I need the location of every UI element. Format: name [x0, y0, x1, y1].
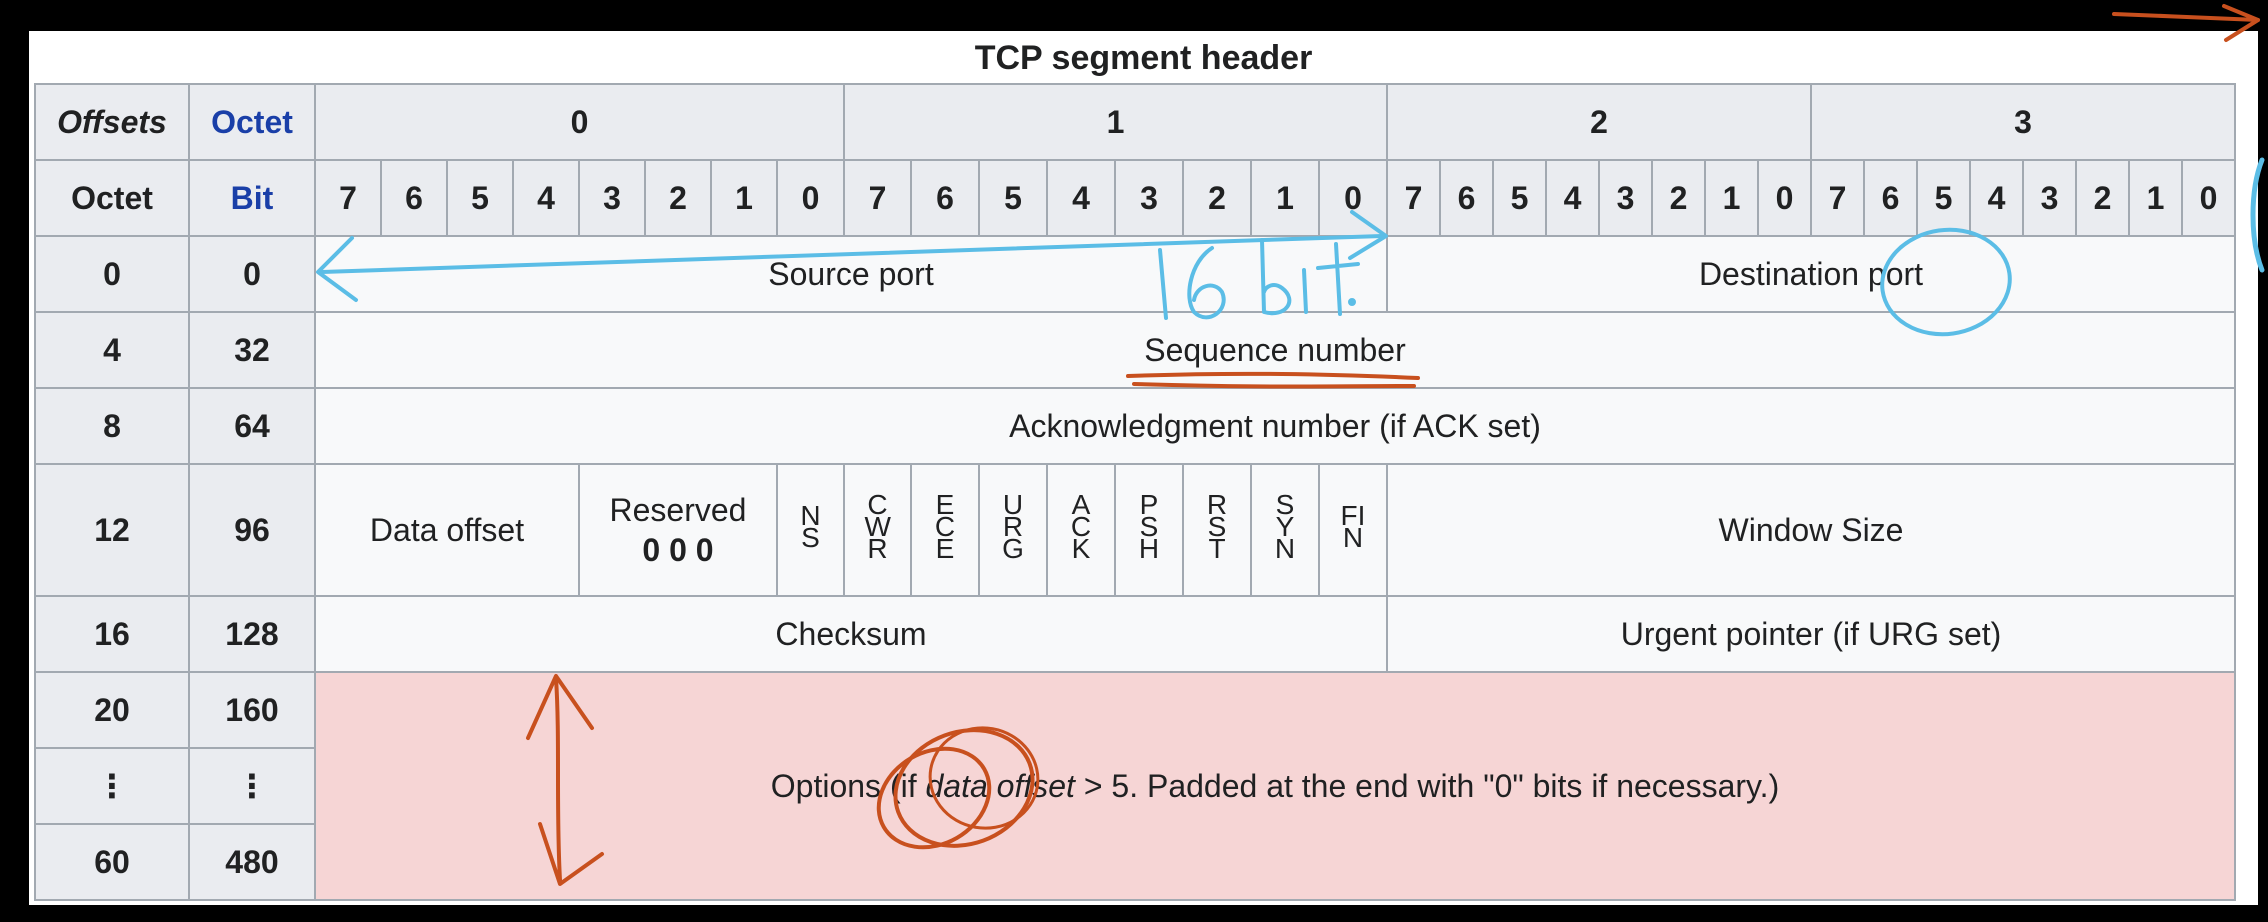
flag-ack: ACK [1046, 463, 1116, 597]
bit-label: 3 [2022, 159, 2077, 237]
window-size-field: Window Size [1386, 463, 2236, 597]
flag-ece: ECE [910, 463, 980, 597]
bit-label: 6 [380, 159, 448, 237]
flag-rst: RST [1182, 463, 1252, 597]
bit-label: 4 [1545, 159, 1600, 237]
reserved-bits: 0 0 0 [642, 532, 714, 568]
destination-port-field: Destination port [1386, 235, 2236, 313]
source-port-field: Source port [314, 235, 1388, 313]
reserved-field: Reserved 0 0 0 [578, 463, 778, 597]
bit-label: 5 [1492, 159, 1547, 237]
row-bit-offset: 480 [188, 823, 316, 901]
bit-label: 1 [1704, 159, 1759, 237]
flag-urg: URG [978, 463, 1048, 597]
flag-label: RST [1206, 489, 1228, 564]
bit-label: 1 [1250, 159, 1320, 237]
table-frame: TCP segment header Offsets Octet 0 1 2 3… [29, 31, 2258, 905]
flag-fin: FIN [1318, 463, 1388, 597]
flag-label: PSH [1138, 489, 1160, 564]
row-bit-offset: 32 [188, 311, 316, 389]
bit-label: 2 [1651, 159, 1706, 237]
octet-group-2: 2 [1386, 83, 1812, 161]
bit-label: 4 [1046, 159, 1116, 237]
bit-label: 7 [1810, 159, 1865, 237]
row-octet-offset: 8 [34, 387, 190, 465]
urgent-pointer-field: Urgent pointer (if URG set) [1386, 595, 2236, 673]
data-offset-field: Data offset [314, 463, 580, 597]
top-right-arrow [2112, 12, 2260, 22]
flag-psh: PSH [1114, 463, 1184, 597]
sequence-number-field: Sequence number [314, 311, 2236, 389]
bit-label: 2 [644, 159, 712, 237]
row-bit-offset: 64 [188, 387, 316, 465]
flag-label: NS [800, 500, 821, 553]
bit-label: 2 [2075, 159, 2130, 237]
bit-label: 6 [910, 159, 980, 237]
octet-group-0: 0 [314, 83, 845, 161]
flag-cwr: CWR [843, 463, 912, 597]
tcp-header-table: Offsets Octet 0 1 2 3 Octet Bit 7 6 5 4 … [34, 83, 2236, 901]
options-field: Options (if data offset > 5. Padded at t… [314, 671, 2236, 901]
flag-ns: NS [776, 463, 845, 597]
row-bit-offset: 0 [188, 235, 316, 313]
flag-syn: SYN [1250, 463, 1320, 597]
row-octet-offset: ⋮ [34, 747, 190, 825]
bit-label: 3 [1598, 159, 1653, 237]
bit-label: 5 [978, 159, 1048, 237]
options-text-end: > 5. Padded at the end with "0" bits if … [1074, 767, 1780, 804]
bit-label: 6 [1863, 159, 1918, 237]
acknowledgment-number-field: Acknowledgment number (if ACK set) [314, 387, 2236, 465]
bit-label: 0 [1318, 159, 1388, 237]
flag-label: FIN [1340, 500, 1366, 553]
bit-label: 1 [710, 159, 778, 237]
octet-group-1: 1 [843, 83, 1388, 161]
bit-label: 5 [1916, 159, 1971, 237]
offsets-corner-label: Offsets [34, 83, 190, 161]
bit-label: 7 [843, 159, 912, 237]
bit-label: 6 [1439, 159, 1494, 237]
row-octet-offset: 16 [34, 595, 190, 673]
bit-label: 3 [1114, 159, 1184, 237]
options-text-start: Options (if [770, 767, 926, 804]
row-octet-offset: 4 [34, 311, 190, 389]
bit-label: 4 [1969, 159, 2024, 237]
table-title: TCP segment header [974, 39, 1313, 77]
row-bit-offset: 96 [188, 463, 316, 597]
octet-corner-label: Octet [188, 83, 316, 161]
row-octet-offset: 60 [34, 823, 190, 901]
row-octet-offset: 12 [34, 463, 190, 597]
bit-label: 0 [776, 159, 845, 237]
flag-label: ACK [1070, 489, 1092, 564]
options-text-emphasis: data offset [925, 767, 1075, 804]
bit-label: 2 [1182, 159, 1252, 237]
flag-label: SYN [1274, 489, 1296, 564]
flag-label: ECE [934, 489, 956, 564]
octet-column-label: Octet [34, 159, 190, 237]
checksum-field: Checksum [314, 595, 1388, 673]
bit-label: 0 [1757, 159, 1812, 237]
bit-column-label: Bit [188, 159, 316, 237]
bit-label: 3 [578, 159, 646, 237]
bit-label: 1 [2128, 159, 2183, 237]
reserved-label: Reserved [609, 492, 747, 528]
row-octet-offset: 0 [34, 235, 190, 313]
row-bit-offset: 128 [188, 595, 316, 673]
bit-label: 5 [446, 159, 514, 237]
octet-group-3: 3 [1810, 83, 2236, 161]
bit-label: 4 [512, 159, 580, 237]
row-bit-offset: 160 [188, 671, 316, 749]
flag-label: URG [1002, 489, 1024, 564]
row-octet-offset: 20 [34, 671, 190, 749]
bit-label: 7 [1386, 159, 1441, 237]
bit-label: 7 [314, 159, 382, 237]
bit-label: 0 [2181, 159, 2236, 237]
flag-label: CWR [864, 489, 891, 564]
row-bit-offset: ⋮ [188, 747, 316, 825]
